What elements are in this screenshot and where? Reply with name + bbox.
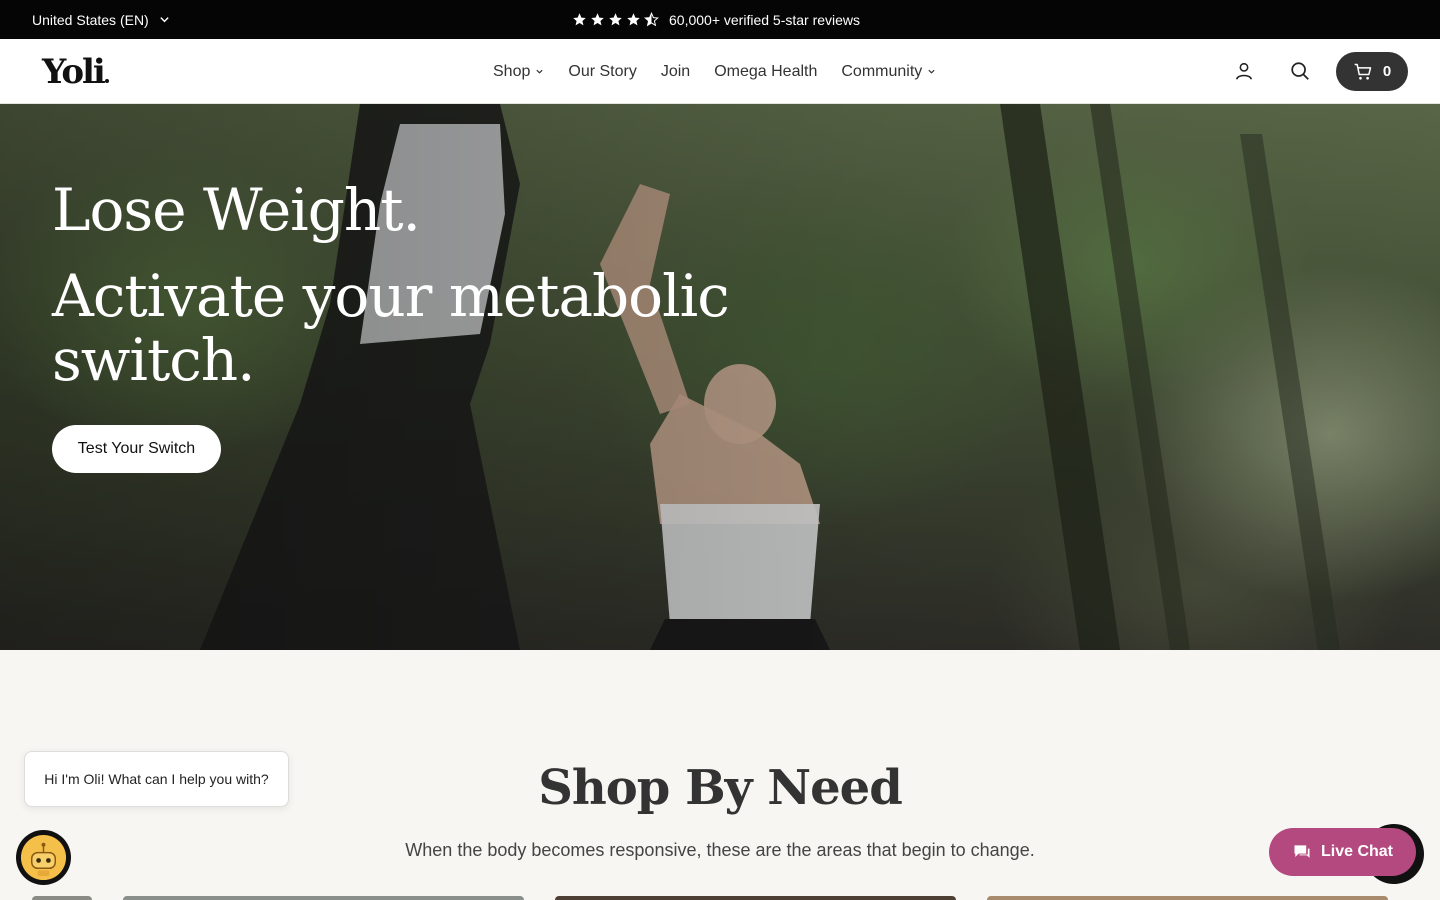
region-label: United States (EN)	[32, 11, 149, 28]
live-chat-button[interactable]: Live Chat	[1269, 828, 1416, 876]
chatbot-avatar[interactable]	[16, 830, 71, 885]
region-selector[interactable]: United States (EN)	[32, 0, 170, 39]
product-card-edge[interactable]	[555, 896, 956, 900]
hero-subheadline: Activate your metabolic switch.	[52, 262, 730, 394]
robot-icon	[20, 834, 67, 881]
cart-count: 0	[1382, 63, 1392, 80]
section-subtitle: When the body becomes responsive, these …	[405, 840, 1035, 860]
announcement-bar: United States (EN) 60,000+ verified 5-st…	[0, 0, 1440, 39]
product-card-edge[interactable]	[987, 896, 1388, 900]
test-your-switch-button[interactable]: Test Your Switch	[52, 425, 221, 473]
nav-omega-health[interactable]: Omega Health	[714, 63, 817, 81]
chevron-down-icon	[160, 17, 169, 23]
main-nav: Shop Our Story Join Omega Health Communi…	[493, 39, 936, 104]
star-icon	[627, 13, 640, 26]
nav-label: Our Story	[568, 62, 637, 80]
star-icon	[573, 13, 586, 26]
product-card-edge[interactable]	[123, 896, 524, 900]
star-icon	[609, 13, 622, 26]
chatbot-message: Hi I'm Oli! What can I help you with?	[44, 771, 269, 787]
live-chat-label: Live Chat	[1320, 843, 1393, 860]
chat-icon	[1294, 845, 1310, 858]
nav-shop[interactable]: Shop	[493, 63, 544, 81]
chevron-down-icon	[928, 69, 935, 74]
hero-banner: Lose Weight. Activate your metabolic swi…	[0, 104, 1440, 650]
nav-our-story[interactable]: Our Story	[568, 63, 636, 81]
nav-join[interactable]: Join	[661, 63, 690, 81]
chevron-down-icon	[536, 69, 543, 74]
rating-stars	[572, 12, 659, 27]
reviews-banner[interactable]: 60,000+ verified 5-star reviews	[572, 0, 860, 39]
logo-text: Yoli	[42, 52, 106, 92]
product-card-edge[interactable]	[32, 896, 92, 900]
hero-headline: Lose Weight.	[52, 176, 421, 244]
logo-dot	[104, 79, 109, 83]
nav-label: Join	[660, 62, 691, 80]
yoli-logo[interactable]: Yoli	[42, 55, 109, 89]
nav-label: Omega Health	[714, 62, 818, 80]
nav-community[interactable]: Community	[841, 63, 936, 81]
reviews-text: 60,000+ verified 5-star reviews	[669, 11, 861, 28]
half-star-icon	[644, 12, 659, 27]
cart-button[interactable]: 0	[1336, 52, 1408, 91]
star-icon	[591, 13, 604, 26]
site-header: Yoli Shop Our Story Join Omega Health Co…	[0, 39, 1440, 104]
account-icon[interactable]	[1233, 60, 1255, 82]
cart-icon	[1354, 63, 1372, 80]
nav-label: Community	[841, 62, 923, 80]
search-icon[interactable]	[1289, 60, 1311, 82]
nav-label: Shop	[493, 62, 531, 80]
chatbot-greeting[interactable]: Hi I'm Oli! What can I help you with?	[24, 751, 289, 807]
